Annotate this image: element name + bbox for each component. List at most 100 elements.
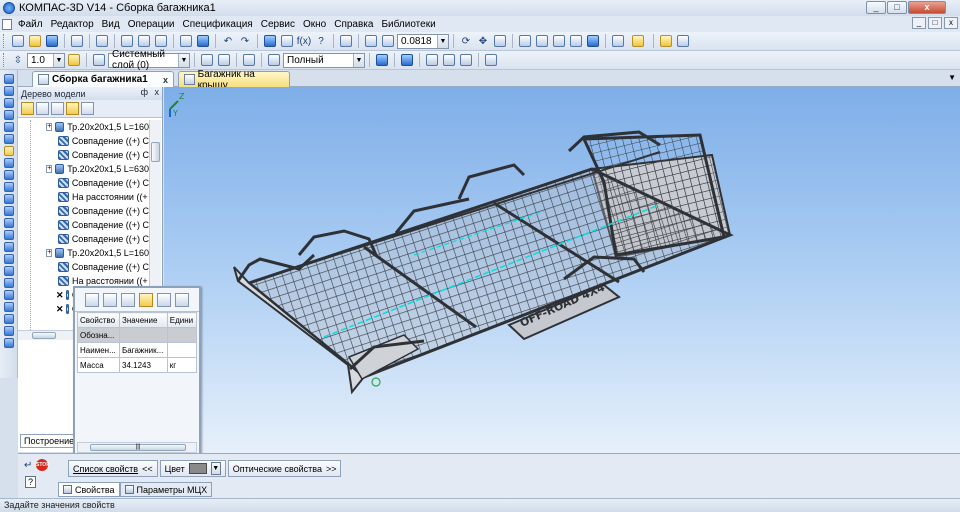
table-row[interactable]: Наимен... Багажник...: [77, 342, 198, 358]
view-wireframe-icon[interactable]: [517, 33, 533, 49]
filter-icon[interactable]: [610, 33, 626, 49]
table-row[interactable]: Масса 34.1243 кг: [77, 357, 198, 373]
pipe-icon[interactable]: [2, 253, 16, 265]
kompas-app-icon[interactable]: [3, 2, 15, 14]
chevron-down-icon[interactable]: ▼: [437, 34, 448, 48]
spec-object-icon[interactable]: [2, 181, 16, 193]
view-shaded-edges-icon[interactable]: [585, 33, 601, 49]
tree-item[interactable]: Совпадение ((+) С: [18, 134, 149, 148]
step-icon[interactable]: ⇳: [10, 52, 26, 68]
table-row[interactable]: Обозна...: [77, 327, 198, 343]
tech-req-icon[interactable]: [483, 52, 499, 68]
prop-tool-5-icon[interactable]: [157, 292, 171, 307]
weld-icon[interactable]: [2, 229, 16, 241]
menu-libraries[interactable]: Библиотеки: [377, 19, 439, 30]
copy-icon[interactable]: [136, 33, 152, 49]
expand-icon[interactable]: +: [46, 249, 53, 257]
chevron-down-icon[interactable]: ▼: [53, 53, 64, 67]
tree-options-icon[interactable]: [51, 102, 64, 115]
cut-icon[interactable]: [119, 33, 135, 49]
tree-view-mode-icon[interactable]: [36, 102, 49, 115]
new-icon[interactable]: [10, 33, 26, 49]
sketch-icon[interactable]: [2, 109, 16, 121]
orientation-icon[interactable]: [216, 52, 232, 68]
filter-tree-icon[interactable]: [2, 169, 16, 181]
display-mode-icon[interactable]: [266, 52, 282, 68]
component-icon[interactable]: [2, 85, 16, 97]
tree-item[interactable]: Совпадение ((+) С: [18, 176, 149, 190]
tree-item[interactable]: Совпадение ((+) С: [18, 148, 149, 162]
tree-item[interactable]: Совпадение ((+) С: [18, 232, 149, 246]
chevron-down-icon[interactable]: ▼: [210, 462, 221, 475]
tree-item[interactable]: + Тр.20х20х1,5 L=160: [18, 120, 149, 134]
doc-close-button[interactable]: x: [944, 17, 958, 29]
toolbar-grip[interactable]: [3, 34, 6, 48]
zoom-all-icon[interactable]: [338, 33, 354, 49]
color-swatch[interactable]: [188, 463, 207, 474]
diagnostics-icon[interactable]: [2, 205, 16, 217]
tree-item[interactable]: Совпадение ((+) С: [18, 260, 149, 274]
explode-icon[interactable]: [2, 337, 16, 349]
redo-icon[interactable]: ↷: [237, 33, 253, 49]
cell-value[interactable]: Багажник...: [119, 342, 168, 358]
annotation-icon[interactable]: [2, 289, 16, 301]
layer-combo[interactable]: Системный слой (0) ▼: [108, 49, 190, 71]
assembly-icon[interactable]: [2, 325, 16, 337]
scroll-thumb[interactable]: [32, 332, 56, 339]
chevron-down-icon[interactable]: ▼: [178, 53, 189, 67]
scroll-thumb[interactable]: |||: [90, 444, 186, 451]
coord-system-icon[interactable]: [199, 52, 215, 68]
select-filter-icon[interactable]: [627, 33, 649, 49]
edit-component-icon[interactable]: [2, 73, 16, 85]
settings-icon[interactable]: [675, 33, 691, 49]
chevron-down-icon[interactable]: ▼: [353, 53, 364, 67]
3d-viewport[interactable]: OFF-ROAD 4X4 Z Y: [164, 87, 960, 453]
array-icon[interactable]: [2, 121, 16, 133]
analysis-icon[interactable]: [2, 313, 16, 325]
prop-tool-6-icon[interactable]: [175, 292, 189, 307]
menu-window[interactable]: Окно: [299, 19, 330, 30]
cell-value[interactable]: [119, 327, 168, 343]
tab-build[interactable]: Построение: [20, 434, 74, 448]
color-icon[interactable]: [399, 52, 415, 68]
pin-icon[interactable]: ф: [141, 87, 148, 97]
zoom-in-icon[interactable]: [380, 33, 396, 49]
tree-filter-icon[interactable]: [66, 102, 79, 115]
view-hidden-thin-icon[interactable]: [551, 33, 567, 49]
variables-icon[interactable]: [279, 33, 295, 49]
tree-item[interactable]: + Тр.20х20х1,5 L=160: [18, 246, 149, 260]
print-icon[interactable]: [69, 33, 85, 49]
property-list-button[interactable]: Список свойств <<: [68, 460, 158, 477]
measure-tool-icon[interactable]: [2, 217, 16, 229]
prop-tool-1-icon[interactable]: [85, 292, 99, 307]
measure-icon[interactable]: [441, 52, 457, 68]
snap-icon[interactable]: [658, 33, 674, 49]
col-property[interactable]: Свойство: [77, 312, 120, 328]
mates-icon[interactable]: [2, 145, 16, 157]
fx-icon[interactable]: f(x): [296, 33, 312, 49]
menu-editor[interactable]: Редактор: [47, 19, 98, 30]
prop-tool-4-icon[interactable]: [139, 292, 153, 307]
surface-icon[interactable]: [2, 157, 16, 169]
tab-mass-params[interactable]: Параметры МЦХ: [119, 482, 213, 497]
menu-file[interactable]: Файл: [14, 19, 47, 30]
menu-service[interactable]: Сервис: [257, 19, 299, 30]
orient-icon[interactable]: [492, 33, 508, 49]
view-hidden-icon[interactable]: [534, 33, 550, 49]
library-icon[interactable]: [2, 301, 16, 313]
tree-extra-icon[interactable]: [81, 102, 94, 115]
tab-properties[interactable]: Свойства: [58, 482, 120, 497]
optical-properties-button[interactable]: Оптические свойства >>: [227, 460, 342, 477]
col-value[interactable]: Значение: [119, 312, 168, 328]
zoom-combo[interactable]: 0.0818 ▼: [397, 33, 449, 49]
tree-item[interactable]: Совпадение ((+) С: [18, 218, 149, 232]
tree-item[interactable]: Совпадение ((+) С: [18, 204, 149, 218]
grid-icon[interactable]: [424, 52, 440, 68]
curve-icon[interactable]: [2, 133, 16, 145]
prop-tool-2-icon[interactable]: [103, 292, 117, 307]
tab-roof-rack[interactable]: Багажник на крышу: [178, 69, 290, 91]
step-combo[interactable]: 1.0 ▼: [27, 52, 65, 68]
prop-tool-3-icon[interactable]: [121, 292, 135, 307]
sheet-metal-icon[interactable]: [2, 241, 16, 253]
menu-view[interactable]: Вид: [98, 19, 124, 30]
